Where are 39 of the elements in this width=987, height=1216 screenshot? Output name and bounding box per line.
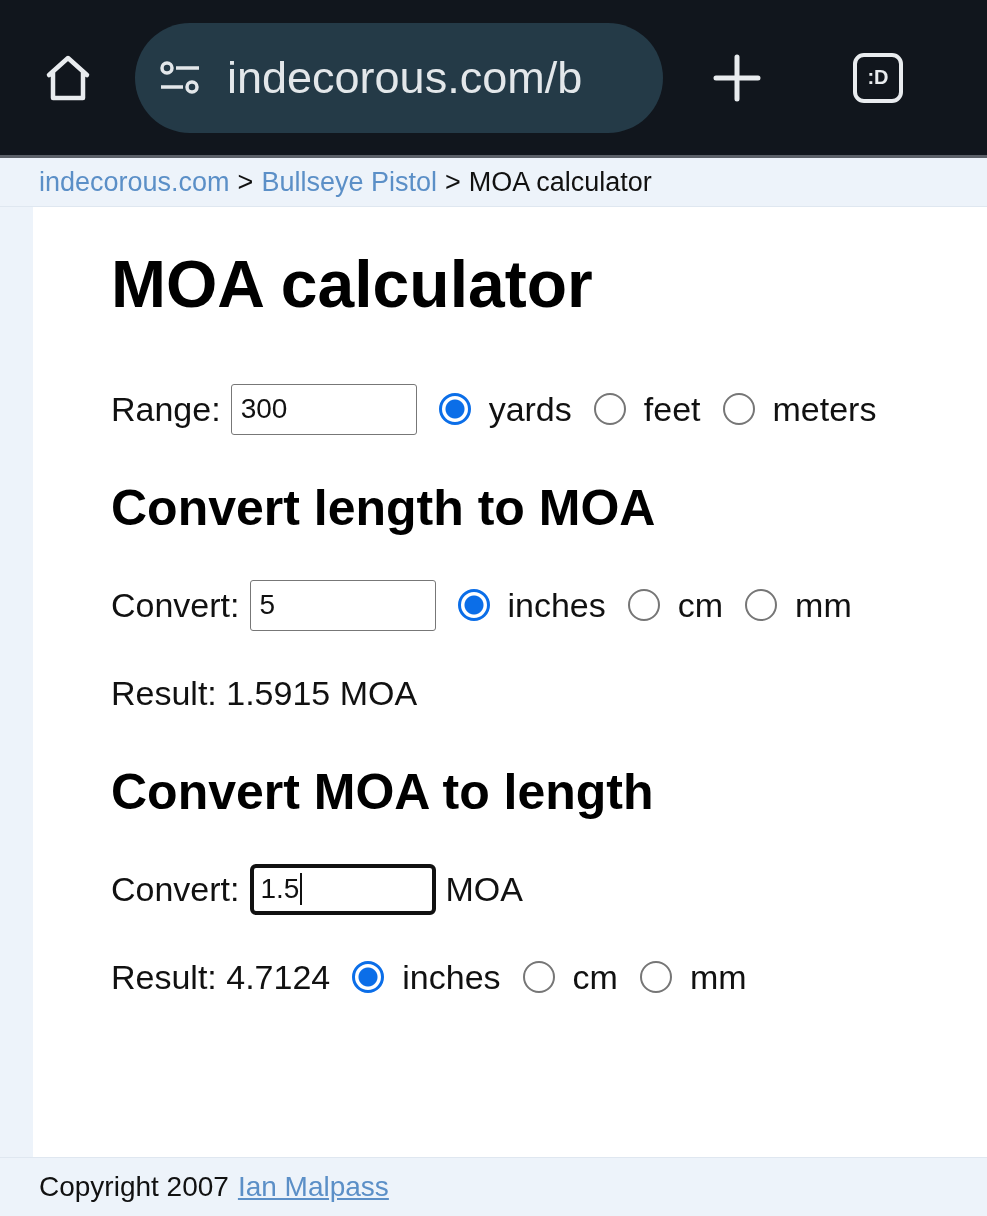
input-field[interactable]: 300 — [230, 383, 417, 435]
result-text: Result: 1.5915 MOA — [111, 673, 418, 713]
radio-button[interactable] — [639, 961, 672, 994]
option-label: feet — [643, 389, 701, 429]
copyright-text: Copyright 2007 — [39, 1171, 229, 1203]
site-settings-icon[interactable] — [159, 60, 201, 95]
field-label: Range: — [111, 389, 221, 429]
input-field[interactable]: 5 — [249, 579, 436, 631]
radio-button[interactable] — [438, 393, 471, 426]
option-label: mm — [689, 957, 747, 997]
radio-button[interactable] — [352, 961, 385, 994]
radio-button[interactable] — [627, 589, 660, 622]
radio-button[interactable] — [745, 589, 778, 622]
option-label: mm — [795, 585, 852, 625]
breadcrumb-current: MOA calculator — [468, 166, 652, 198]
radio-button[interactable] — [722, 393, 755, 426]
field-label: Convert: — [111, 585, 240, 625]
page-title: MOA calculator — [111, 246, 594, 323]
option-label: yards — [488, 389, 572, 429]
url-text: indecorous.com/b — [227, 51, 583, 104]
option-label: inches — [507, 585, 606, 625]
section-heading: Convert MOA to length — [111, 763, 655, 823]
field-label: Convert: — [111, 869, 240, 909]
address-bar[interactable]: indecorous.com/b — [135, 22, 663, 133]
breadcrumb-separator: > — [237, 166, 254, 198]
radio-button[interactable] — [457, 589, 490, 622]
radio-button[interactable] — [593, 393, 626, 426]
section-heading: Convert length to MOA — [111, 479, 657, 539]
option-label: meters — [772, 389, 877, 429]
unit-label: MOA — [445, 869, 523, 909]
input-field[interactable]: 1.5 — [249, 863, 436, 915]
result-text: Result: 4.7124 — [111, 957, 331, 997]
option-label: cm — [572, 957, 618, 997]
plus-icon[interactable] — [713, 53, 761, 102]
option-label: inches — [402, 957, 501, 997]
breadcrumb-separator: > — [445, 166, 461, 198]
option-label: cm — [677, 585, 724, 625]
radio-button[interactable] — [522, 961, 555, 994]
tab-switcher[interactable]: :D — [853, 52, 903, 103]
